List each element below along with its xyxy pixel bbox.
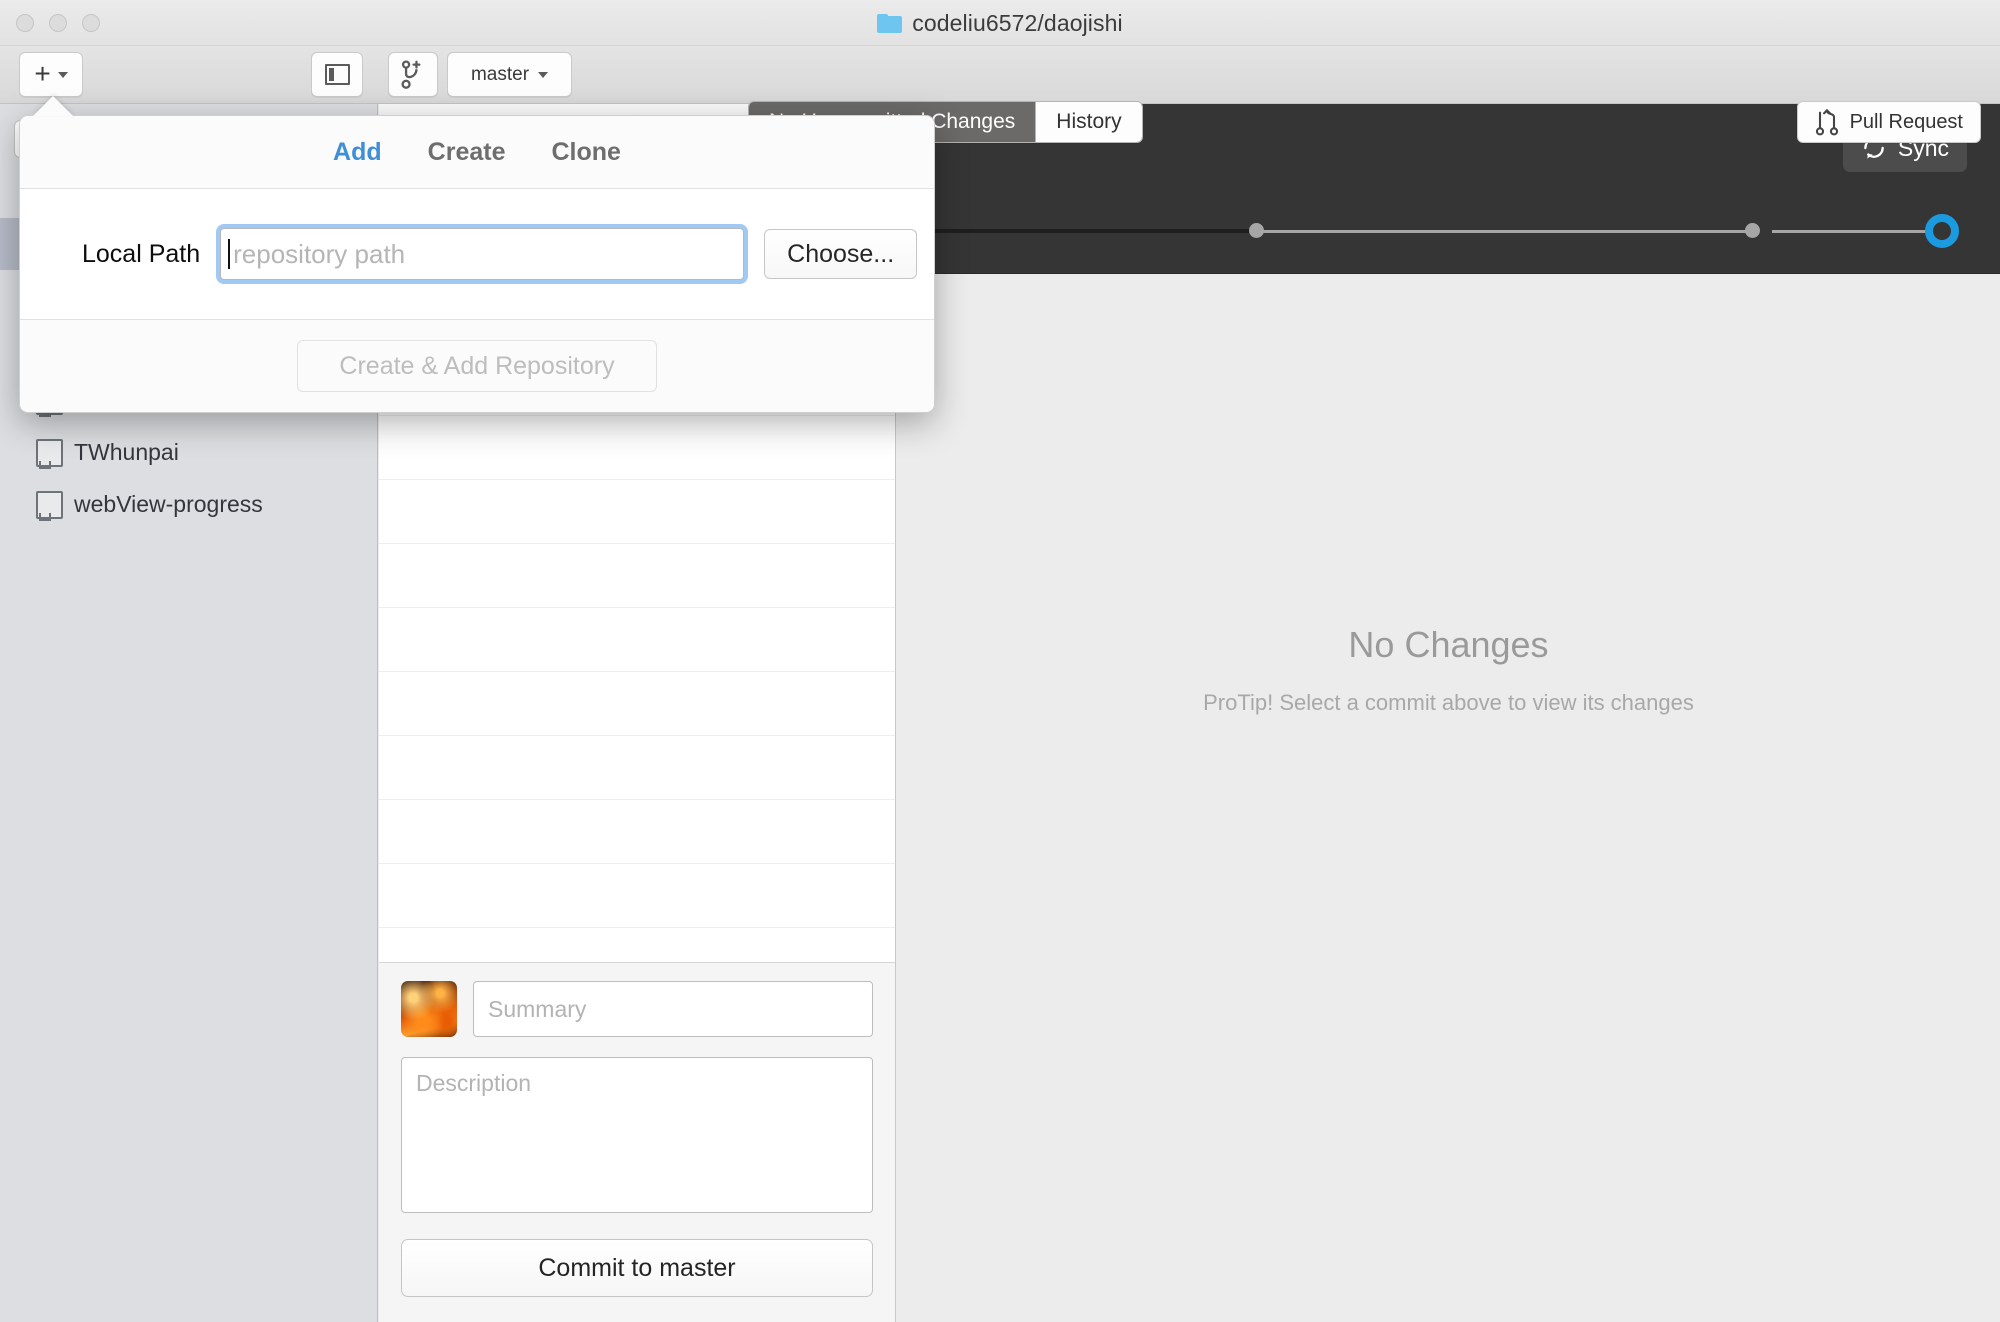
add-repository-popover: Add Create Clone Local Path repository p… bbox=[19, 115, 935, 413]
graph-segment-light bbox=[1259, 230, 1759, 233]
repo-item-label: TWhunpai bbox=[74, 438, 179, 465]
empty-state-subtitle: ProTip! Select a commit above to view it… bbox=[1203, 690, 1694, 715]
empty-state: No Changes ProTip! Select a commit above… bbox=[897, 624, 2000, 716]
repo-icon bbox=[36, 490, 63, 521]
popover-tab-clone[interactable]: Clone bbox=[551, 138, 620, 167]
file-row[interactable] bbox=[379, 480, 895, 544]
text-caret bbox=[228, 239, 231, 269]
sidebar-toggle-icon bbox=[324, 64, 350, 85]
local-path-input[interactable]: repository path bbox=[220, 228, 745, 280]
file-row[interactable] bbox=[379, 800, 895, 864]
create-and-add-repository-button[interactable]: Create & Add Repository bbox=[297, 340, 657, 392]
file-row[interactable] bbox=[379, 736, 895, 800]
choose-button[interactable]: Choose... bbox=[764, 229, 918, 279]
tab-history[interactable]: History bbox=[1035, 102, 1142, 142]
chevron-down-icon bbox=[538, 71, 549, 78]
window-title-text: codeliu6572/daojishi bbox=[912, 9, 1123, 36]
popover-footer: Create & Add Repository bbox=[20, 320, 934, 412]
toolbar: master No Uncommitted Changes History Pu… bbox=[0, 46, 2000, 143]
popover-form: Local Path repository path Choose... bbox=[20, 189, 934, 320]
file-row[interactable] bbox=[379, 544, 895, 608]
repo-icon bbox=[36, 438, 63, 469]
description-input[interactable]: Description bbox=[401, 1057, 873, 1213]
pull-request-icon bbox=[1815, 109, 1838, 136]
file-row[interactable] bbox=[379, 672, 895, 736]
pull-request-button[interactable]: Pull Request bbox=[1796, 101, 1981, 143]
local-path-placeholder: repository path bbox=[233, 238, 406, 269]
commit-graph[interactable] bbox=[897, 214, 2000, 248]
plus-icon: + bbox=[34, 57, 51, 89]
window-title: codeliu6572/daojishi bbox=[0, 0, 2000, 46]
sidebar-toggle-button[interactable] bbox=[311, 52, 363, 97]
branch-name: master bbox=[470, 63, 530, 85]
chevron-down-icon bbox=[57, 71, 68, 78]
summary-placeholder: Summary bbox=[488, 995, 587, 1022]
popover-tab-create[interactable]: Create bbox=[428, 138, 506, 167]
popover-tab-add[interactable]: Add bbox=[333, 138, 382, 167]
commit-to-master-button[interactable]: Commit to master bbox=[401, 1239, 873, 1297]
summary-input[interactable]: Summary bbox=[473, 981, 873, 1037]
popover-arrow bbox=[33, 96, 73, 116]
folder-icon bbox=[877, 13, 903, 33]
local-path-label: Local Path bbox=[82, 239, 201, 268]
popover-tabs: Add Create Clone bbox=[20, 116, 934, 189]
commit-panel: Summary Description Commit to master bbox=[379, 962, 895, 1322]
repo-item-6[interactable]: webView-progress bbox=[0, 478, 378, 530]
empty-state-title: No Changes bbox=[1348, 624, 1549, 665]
file-row[interactable] bbox=[379, 416, 895, 480]
add-repository-button[interactable]: + bbox=[19, 52, 83, 97]
branch-selector-button[interactable]: master bbox=[447, 52, 572, 97]
repo-item-label: webView-progress bbox=[74, 490, 263, 517]
avatar bbox=[401, 981, 457, 1037]
pull-request-label: Pull Request bbox=[1849, 110, 1963, 133]
branch-create-icon bbox=[401, 59, 421, 89]
commit-node[interactable] bbox=[1249, 223, 1264, 238]
file-row[interactable] bbox=[379, 864, 895, 928]
summary-row: Summary bbox=[401, 981, 873, 1037]
current-commit-ring[interactable] bbox=[1925, 214, 1959, 248]
main-content: Sync No Changes ProTip! Select a commit … bbox=[897, 104, 2000, 1322]
file-row[interactable] bbox=[379, 608, 895, 672]
graph-segment-dark bbox=[897, 229, 1252, 233]
create-branch-button[interactable] bbox=[388, 52, 438, 97]
commit-node[interactable] bbox=[1745, 223, 1760, 238]
title-bar: codeliu6572/daojishi bbox=[0, 0, 2000, 46]
description-placeholder: Description bbox=[416, 1070, 532, 1096]
graph-segment-light bbox=[1772, 230, 1934, 233]
repo-item-5[interactable]: TWhunpai bbox=[0, 426, 378, 478]
app-window: Search Github-page daojishi FlipClock Gu… bbox=[0, 0, 2000, 1322]
